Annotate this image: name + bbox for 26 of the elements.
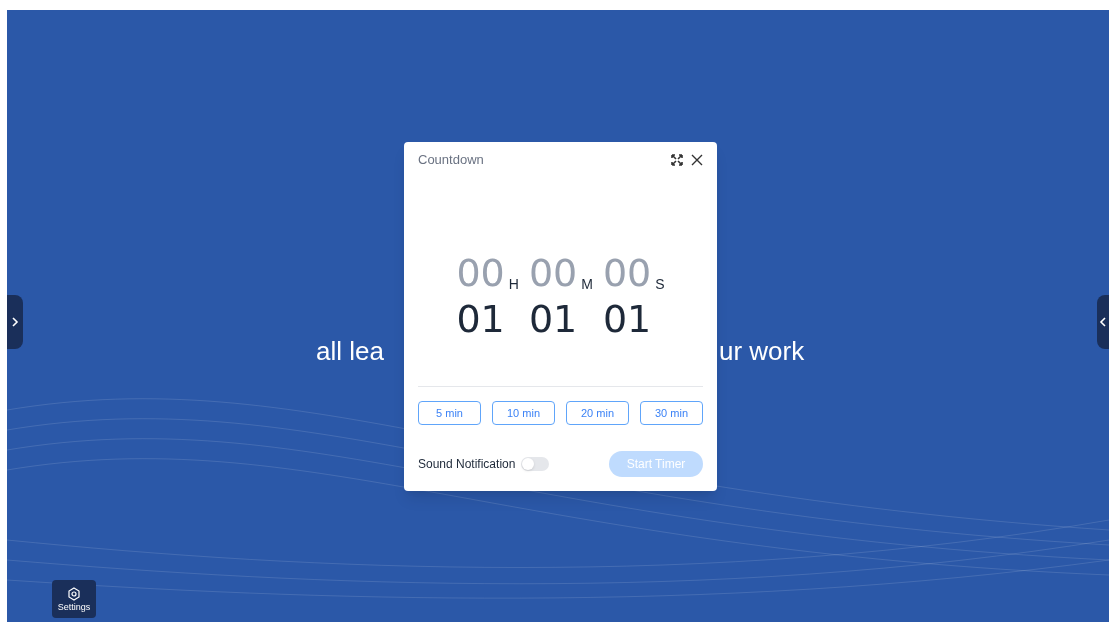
chevron-left-icon [1099,317,1107,327]
close-icon[interactable] [691,154,703,166]
time-unit: S [655,275,665,294]
preset-button[interactable]: 30 min [640,401,703,425]
time-digit[interactable]: 00 [528,250,578,296]
settings-icon [67,586,81,601]
dialog-title: Countdown [418,151,484,170]
slogan-text: ur work [719,335,805,368]
time-digit[interactable]: 01 [528,296,578,342]
slogan-text: all lea [316,335,384,368]
fullscreen-icon[interactable] [671,154,683,166]
preset-button[interactable]: 10 min [492,401,555,425]
preset-button[interactable]: 5 min [418,401,481,425]
time-digit[interactable]: 01 [602,296,652,342]
expand-panel-button[interactable] [7,295,23,349]
preset-button[interactable]: 20 min [566,401,629,425]
chevron-right-icon [11,317,19,327]
sound-toggle[interactable] [521,457,550,471]
time-digit[interactable]: 00 [602,250,652,296]
time-unit: M [581,275,593,294]
expand-panel-button[interactable] [1097,295,1109,349]
time-digit[interactable]: 00 [456,250,505,296]
time-digit[interactable]: 01 [456,296,505,342]
sound-notification-label: Sound Notification [418,456,516,473]
settings-button[interactable]: Settings [52,580,96,618]
time-unit: H [508,275,519,294]
